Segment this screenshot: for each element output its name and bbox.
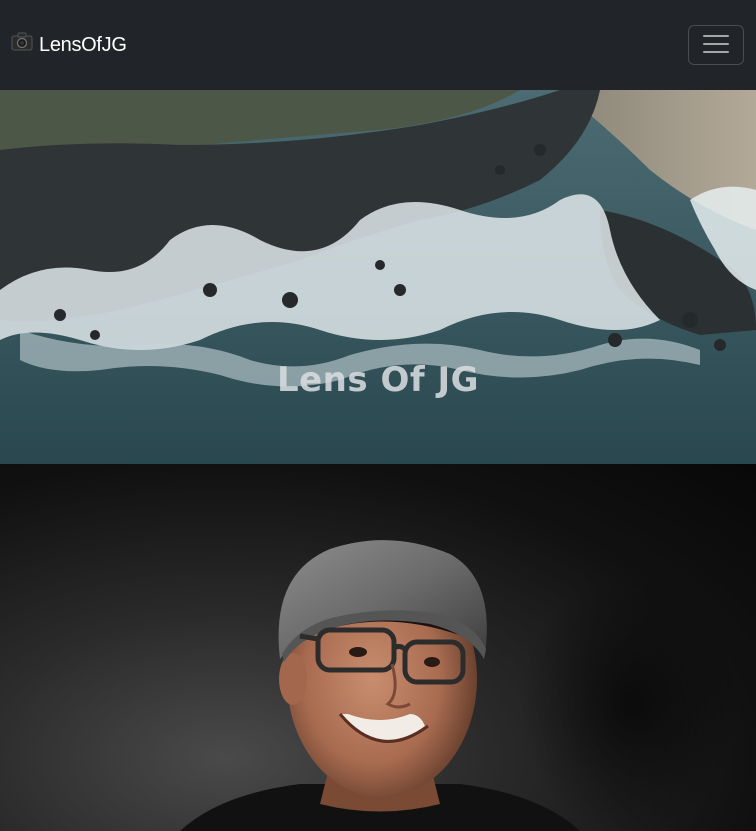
hamburger-menu-icon [703,34,729,57]
hero-title: Lens Of JG [276,360,480,400]
brand-link[interactable]: LensOfJG [11,32,127,57]
brand-text: LensOfJG [39,33,127,56]
navbar-toggler-button[interactable] [688,25,744,65]
aerial-coastline-waves-photo [0,90,756,464]
hero-banner: Lens Of JG [0,90,756,464]
portrait-section [0,464,756,831]
navbar: LensOfJG [0,0,756,90]
smiling-man-beanie-glasses-photo [180,540,740,831]
camera-icon [11,30,33,52]
